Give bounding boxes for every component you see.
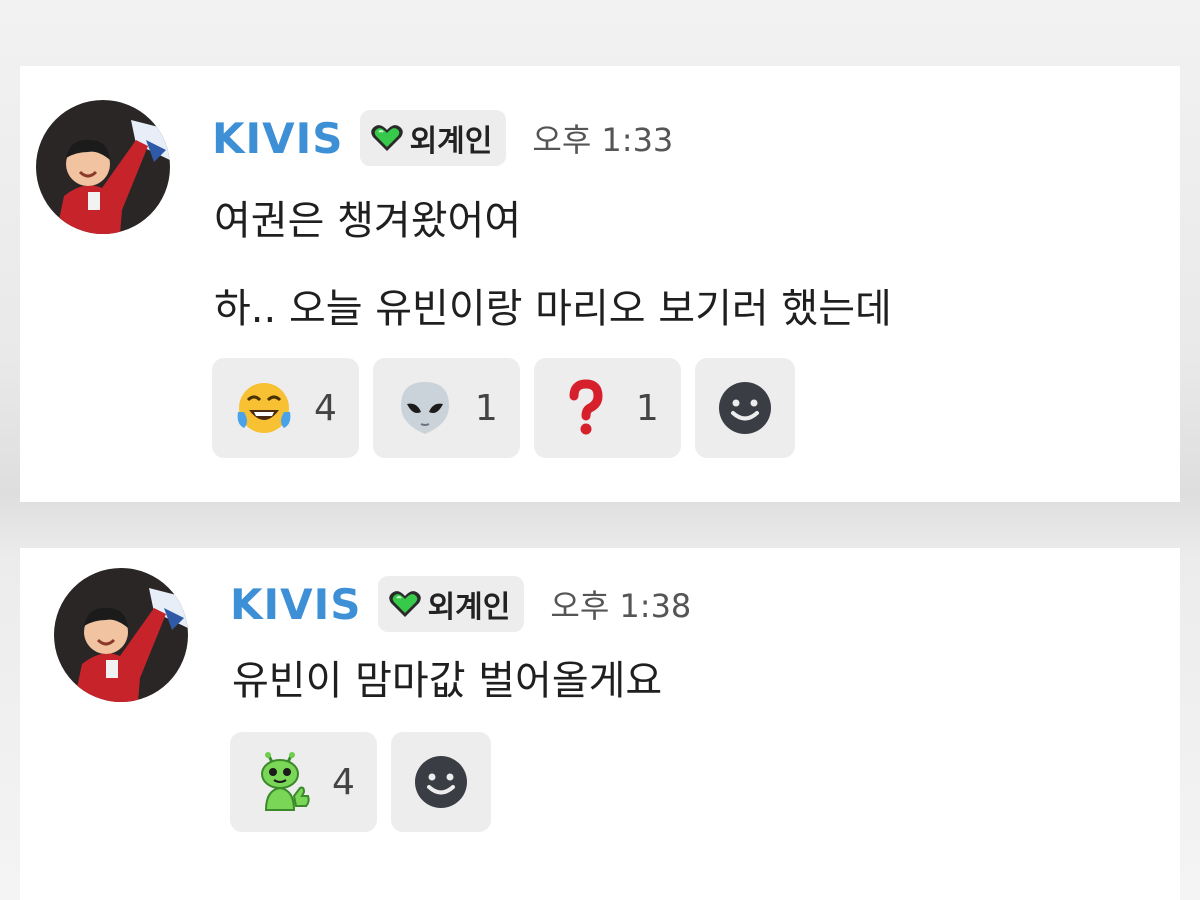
message-card: KIVIS 외계인 오후 1:33 여권은 챙겨왔어여 하.. 오늘 유빈이랑 … <box>20 66 1180 502</box>
smiley-add-reaction-icon <box>414 756 467 808</box>
green-alien-thumbs-up-icon <box>261 752 310 811</box>
username[interactable]: KIVIS <box>230 580 362 629</box>
user-avatar[interactable] <box>36 100 170 234</box>
user-badge: 외계인 <box>377 576 525 632</box>
user-badge: 외계인 <box>359 110 507 166</box>
user-avatar[interactable] <box>54 568 188 702</box>
timestamp: 오후 1:38 <box>550 587 692 625</box>
message-header: KIVIS 외계인 오후 1:33 <box>212 108 673 168</box>
laughing-tears-emoji-icon <box>237 383 291 433</box>
add-reaction-button[interactable] <box>694 358 795 458</box>
reaction-count: 1 <box>474 387 498 429</box>
username[interactable]: KIVIS <box>212 114 344 163</box>
timestamp: 오후 1:33 <box>532 121 674 159</box>
message-text: 여권은 챙겨왔어여 <box>214 198 522 244</box>
green-heart-icon <box>370 125 403 151</box>
message-header: KIVIS 외계인 오후 1:38 <box>230 574 691 634</box>
reaction-chip[interactable]: 4 <box>212 358 359 458</box>
reaction-chip[interactable]: 1 <box>372 358 520 458</box>
green-heart-icon <box>388 591 421 617</box>
alien-emoji-icon <box>400 382 449 434</box>
red-question-mark-icon <box>569 379 603 435</box>
message-card: KIVIS 외계인 오후 1:38 유빈이 맘마값 벌어올게요 4 <box>20 548 1180 900</box>
message-text: 하.. 오늘 유빈이랑 마리오 보기러 했는데 <box>214 286 892 332</box>
badge-label: 외계인 <box>427 590 511 625</box>
reaction-count: 4 <box>314 387 337 429</box>
badge-label: 외계인 <box>409 124 493 159</box>
reaction-chip[interactable]: 4 <box>230 732 377 832</box>
reaction-bar: 4 1 1 <box>212 358 795 458</box>
reaction-count: 4 <box>332 761 355 803</box>
reaction-chip[interactable]: 1 <box>533 358 681 458</box>
add-reaction-button[interactable] <box>390 732 491 832</box>
reaction-count: 1 <box>635 387 659 429</box>
message-text: 유빈이 맘마값 벌어올게요 <box>232 658 663 704</box>
smiley-add-reaction-icon <box>718 382 771 434</box>
reaction-bar: 4 <box>230 732 491 832</box>
